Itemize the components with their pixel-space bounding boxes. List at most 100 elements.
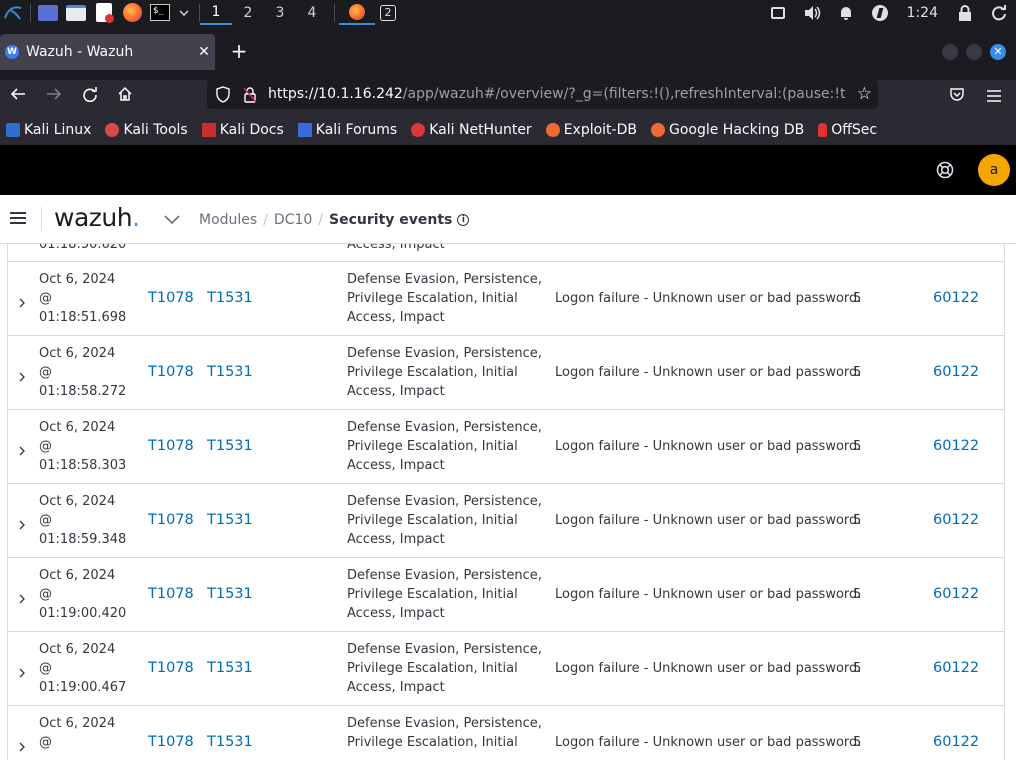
technique-link[interactable]: T1078	[148, 289, 194, 308]
event-date: Oct 6, 2024	[39, 494, 116, 509]
table-row[interactable]: Oct 6, 2024 @01:18:58.303 T1078 T1531 Defens…	[8, 410, 1004, 484]
table-row[interactable]: Oct 6, 2024 @ T1078 T1531 Defense Evasion, P…	[8, 706, 1004, 760]
maximize-window-button[interactable]	[966, 44, 982, 60]
chevron-down-icon[interactable]	[163, 211, 181, 225]
bookmark-exploit-db[interactable]: Exploit-DB	[545, 122, 637, 138]
technique-link[interactable]: T1531	[207, 511, 253, 530]
workspace-3[interactable]: 3	[264, 0, 296, 25]
url-bar[interactable]: https://10.1.16.242/app/wazuh#/overview/…	[207, 80, 878, 109]
bookmark-kali-forums[interactable]: Kali Forums	[297, 122, 397, 138]
expand-row-icon[interactable]	[17, 293, 27, 308]
table-row[interactable]: Oct 6, 2024 @01:18:59.348 T1078 T1531 Defens…	[8, 484, 1004, 558]
home-button[interactable]	[114, 86, 136, 108]
rule-id-link[interactable]: 60122	[933, 585, 979, 604]
minimize-window-button[interactable]	[942, 44, 958, 60]
breadcrumb-modules[interactable]: Modules	[199, 212, 257, 228]
exploit-db-icon	[545, 122, 560, 137]
power-manager-icon[interactable]	[869, 3, 891, 23]
expand-row-icon[interactable]	[17, 367, 27, 382]
help-icon[interactable]	[936, 161, 954, 179]
technique-link[interactable]: T1078	[148, 585, 194, 604]
bookmark-kali-linux[interactable]: Kali Linux	[6, 122, 91, 138]
notification-bell-icon[interactable]	[835, 3, 857, 23]
expand-row-icon[interactable]	[17, 663, 27, 678]
bookmark-google-hacking-db[interactable]: Google Hacking DB	[650, 122, 804, 138]
volume-icon[interactable]	[801, 3, 823, 23]
technique-link[interactable]: T1078	[148, 437, 194, 456]
site-lock-icon[interactable]	[242, 86, 258, 103]
bookmark-star-icon[interactable]: ☆	[857, 84, 872, 104]
refresh-icon[interactable]	[988, 3, 1010, 23]
expand-row-icon[interactable]	[17, 441, 27, 456]
technique-link[interactable]: T1078	[148, 363, 194, 382]
expand-row-icon[interactable]	[17, 515, 27, 530]
workspace-2[interactable]: 2	[232, 0, 264, 25]
technique-link[interactable]: T1531	[207, 437, 253, 456]
close-tab-icon[interactable]: ✕	[193, 44, 215, 60]
close-window-button[interactable]: ✕	[990, 44, 1006, 60]
rule-id-link[interactable]: 60122	[933, 289, 979, 308]
table-row[interactable]: Oct 6, 2024 @01:19:00.467 T1078 T1531 Defens…	[8, 632, 1004, 706]
rule-id-link[interactable]: 60122	[933, 437, 979, 456]
text-editor-icon[interactable]	[93, 3, 115, 23]
technique-link[interactable]: T1078	[148, 511, 194, 530]
rule-id-link[interactable]: 60122	[933, 733, 979, 752]
event-tactics: Defense Evasion, Persistence, Privilege E…	[347, 344, 547, 401]
technique-link[interactable]: T1531	[207, 733, 253, 752]
technique-link[interactable]: T1078	[148, 659, 194, 678]
tactics-line: Defense Evasion, Persistence,	[347, 420, 542, 435]
tactics-line: Access, Impact	[347, 606, 445, 621]
firefox-window-icon[interactable]	[339, 0, 375, 25]
technique-link[interactable]: T1531	[207, 585, 253, 604]
table-row[interactable]: Oct 6, 2024 @01:18:58.272 T1078 T1531 Defens…	[8, 336, 1004, 410]
bookmark-kali-tools[interactable]: Kali Tools	[105, 122, 188, 138]
lock-icon[interactable]	[954, 3, 976, 23]
tab-wazuh[interactable]: W Wazuh - Wazuh ✕	[0, 34, 215, 70]
window-badge-icon[interactable]: 2	[377, 3, 399, 23]
workspace-1[interactable]: 1	[200, 0, 232, 25]
file-manager-icon[interactable]	[65, 3, 87, 23]
bookmark-offsec[interactable]: OffSec	[818, 122, 877, 138]
new-tab-button[interactable]: +	[228, 41, 250, 63]
info-icon[interactable]: i	[457, 214, 470, 226]
technique-link[interactable]: T1531	[207, 659, 253, 678]
url-text[interactable]: https://10.1.16.242/app/wazuh#/overview/…	[268, 86, 846, 102]
pocket-icon[interactable]	[946, 86, 968, 108]
expand-row-icon[interactable]	[17, 737, 27, 752]
forward-button[interactable]	[43, 86, 65, 108]
desktop-icon[interactable]	[37, 3, 59, 23]
clock[interactable]: 1:24	[907, 5, 938, 21]
breadcrumb-dc10[interactable]: DC10	[274, 212, 312, 228]
expand-row-icon[interactable]	[17, 589, 27, 604]
rule-id-link[interactable]: 60122	[933, 659, 979, 678]
reload-button[interactable]	[79, 86, 101, 108]
event-description: Logon failure - Unknown user or bad pass…	[555, 661, 862, 676]
back-button[interactable]	[7, 86, 29, 108]
rule-id-link[interactable]: 60122	[933, 511, 979, 530]
technique-link[interactable]: T1078	[148, 733, 194, 752]
taskbar-separator	[30, 3, 31, 22]
terminal-icon[interactable]: $_	[149, 3, 171, 23]
table-row[interactable]: Oct 6, 2024 @01:19:00.420 T1078 T1531 Defens…	[8, 558, 1004, 632]
firefox-icon[interactable]	[121, 3, 143, 23]
rule-id-link[interactable]: 60122	[933, 363, 979, 382]
bookmark-kali-docs[interactable]: Kali Docs	[201, 122, 284, 138]
avatar[interactable]: a	[978, 154, 1010, 186]
workspace-4[interactable]: 4	[296, 0, 328, 25]
event-date: Oct 6, 2024	[39, 716, 116, 731]
menu-toggle-icon[interactable]	[10, 212, 26, 224]
network-icon[interactable]	[767, 3, 789, 23]
bookmark-kali-nethunter[interactable]: Kali NetHunter	[411, 122, 532, 138]
tactics-line: Privilege Escalation, Initial	[347, 439, 518, 454]
table-row[interactable]: Oct 6, 2024 @01:18:51.698 T1078 T1531 Defens…	[8, 262, 1004, 336]
app-menu-icon[interactable]	[983, 86, 1005, 108]
chevron-down-icon[interactable]	[177, 3, 191, 23]
tracking-shield-icon[interactable]	[215, 86, 231, 103]
kali-menu-icon[interactable]	[2, 3, 24, 23]
technique-link[interactable]: T1531	[207, 363, 253, 382]
event-timestamp: Oct 6, 2024 @01:18:59.348	[39, 492, 126, 549]
wazuh-logo[interactable]: wazuh.	[54, 203, 140, 232]
technique-link[interactable]: T1531	[207, 289, 253, 308]
event-date: Oct 6, 2024	[39, 420, 116, 435]
event-description: Logon failure - Unknown user or bad pass…	[555, 291, 862, 306]
